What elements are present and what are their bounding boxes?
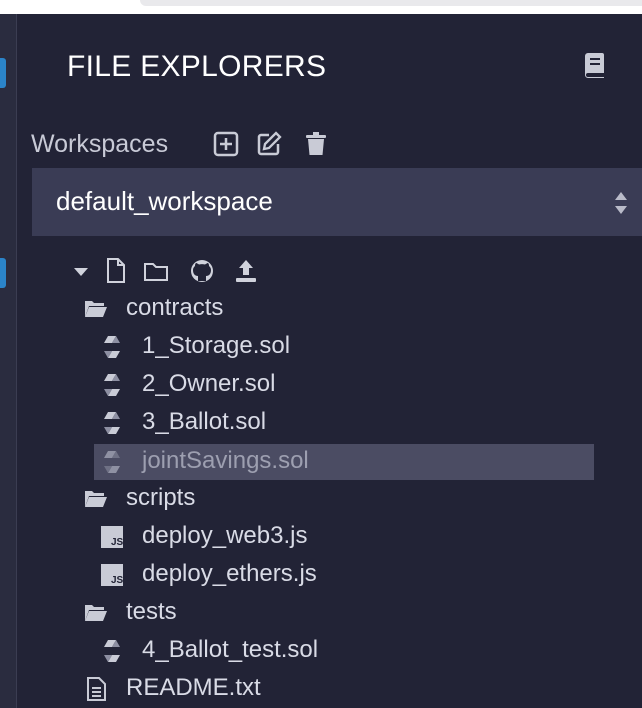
folder-tests[interactable]: tests — [82, 595, 622, 631]
folder-open-icon — [85, 491, 107, 507]
icon-rail — [0, 14, 17, 708]
tree-item-label: tests — [126, 598, 177, 625]
select-arrows-icon — [615, 192, 627, 214]
file-2-owner-sol[interactable]: 2_Owner.sol — [94, 367, 594, 403]
file-jointsavings-sol[interactable]: jointSavings.sol — [94, 444, 594, 480]
file-4-ballot-test-sol[interactable]: 4_Ballot_test.sol — [94, 633, 594, 669]
svg-text:JS: JS — [111, 575, 124, 586]
folder-contracts[interactable]: contracts — [82, 291, 622, 327]
tree-item-label: deploy_web3.js — [142, 522, 308, 549]
svg-text:JS: JS — [111, 537, 124, 548]
tree-item-label: 1_Storage.sol — [142, 332, 291, 359]
browser-top-strip — [0, 0, 642, 14]
tree-item-label: 2_Owner.sol — [142, 370, 276, 397]
solidity-file-icon — [104, 451, 120, 473]
edit-icon[interactable] — [256, 131, 282, 157]
tree-item-label: jointSavings.sol — [142, 447, 309, 474]
js-file-icon: JS — [101, 564, 124, 586]
browser-chrome-edge — [140, 0, 642, 6]
tree-item-label: deploy_ethers.js — [142, 560, 317, 587]
trash-icon[interactable] — [303, 131, 329, 157]
file-readme-txt[interactable]: README.txt — [82, 671, 622, 707]
plus-square-icon[interactable] — [213, 131, 239, 157]
text-file-icon — [87, 677, 106, 701]
tree-item-label: 4_Ballot_test.sol — [142, 636, 319, 663]
file-deploy-web3-js[interactable]: JS deploy_web3.js — [94, 519, 594, 555]
workspaces-label: Workspaces — [31, 130, 169, 158]
file-deploy-ethers-js[interactable]: JS deploy_ethers.js — [94, 557, 594, 593]
file-3-ballot-sol[interactable]: 3_Ballot.sol — [94, 405, 594, 441]
folder-open-icon — [85, 605, 107, 621]
book-icon[interactable] — [581, 51, 607, 79]
tree-item-label: contracts — [126, 294, 224, 321]
file-explorer-panel: FILE EXPLORERS Workspaces default_worksp… — [17, 14, 642, 708]
js-file-icon: JS — [101, 526, 124, 548]
new-folder-icon[interactable] — [143, 257, 169, 285]
caret-down-icon[interactable] — [69, 257, 95, 285]
solidity-file-icon — [104, 336, 120, 358]
tree-item-label: 3_Ballot.sol — [142, 408, 267, 435]
workspace-select[interactable]: default_workspace — [32, 168, 642, 236]
solidity-file-icon — [104, 374, 120, 396]
github-icon[interactable] — [189, 257, 215, 285]
tree-item-label: scripts — [126, 484, 196, 511]
file-1-storage-sol[interactable]: 1_Storage.sol — [94, 329, 594, 365]
rail-plugin-icon[interactable] — [0, 258, 6, 288]
folder-scripts[interactable]: scripts — [82, 481, 622, 517]
new-file-icon[interactable] — [103, 257, 129, 285]
panel-title: FILE EXPLORERS — [67, 50, 327, 83]
tree-item-label: README.txt — [126, 674, 261, 701]
upload-icon[interactable] — [233, 257, 259, 285]
solidity-file-icon — [104, 412, 120, 434]
solidity-file-icon — [104, 640, 120, 662]
folder-open-icon — [85, 301, 107, 317]
rail-active-icon[interactable] — [0, 58, 6, 88]
workspace-select-value: default_workspace — [56, 186, 273, 216]
